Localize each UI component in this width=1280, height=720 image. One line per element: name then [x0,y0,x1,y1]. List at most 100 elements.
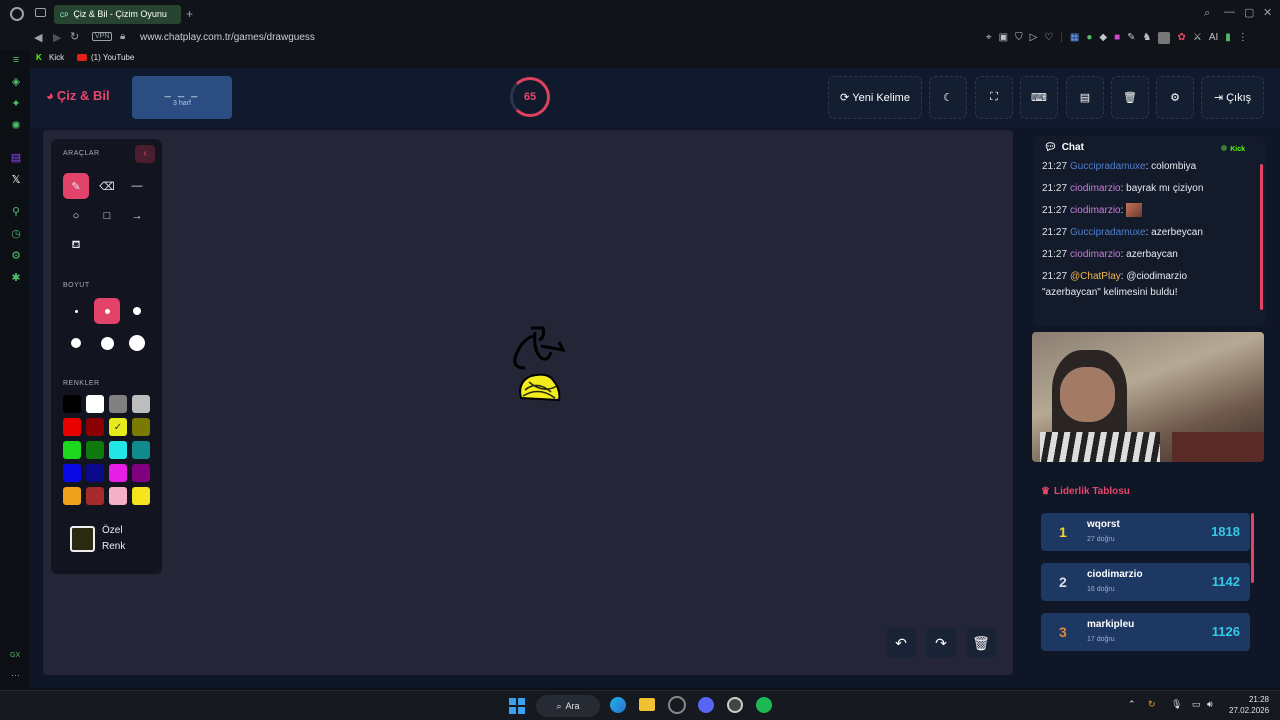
color-swatch[interactable] [109,395,127,413]
vpn-badge[interactable]: VPN [92,32,113,41]
collapse-panel-button[interactable]: ‹ [135,145,155,163]
more-icon[interactable]: ⋮ [1238,32,1248,44]
extension-3-icon[interactable]: ◆ [1099,32,1107,44]
color-swatch[interactable] [132,464,150,482]
exit-button[interactable]: ⇥ Çıkış [1201,76,1264,119]
settings-icon[interactable]: ✱ [9,271,23,285]
chat-username[interactable]: ciodimarzio [1070,183,1121,194]
color-swatch[interactable] [132,487,150,505]
gx-mods-icon[interactable]: ✦ [9,97,23,111]
opera-logo-icon[interactable] [10,7,24,21]
color-swatch[interactable] [86,464,104,482]
color-swatch[interactable] [132,441,150,459]
extension-7-icon[interactable]: ✿ [1177,32,1185,44]
size-option-6[interactable] [124,330,150,356]
twitch-icon[interactable]: ▤ [9,151,23,165]
chat-username[interactable]: Guccipradamuxe [1070,161,1146,172]
heart-icon[interactable]: ♡ [1044,32,1053,44]
size-option-4[interactable] [63,330,89,356]
profile-avatar[interactable] [1158,32,1171,44]
edge-icon[interactable] [610,697,626,713]
search-tabs-icon[interactable]: ⌕ [1204,7,1210,20]
sidebar-more-icon[interactable]: ⋯ [11,670,20,681]
chat-username[interactable]: ciodimarzio [1070,205,1121,216]
clear-canvas-button[interactable]: 🗑︎ [966,628,996,658]
pin-icon[interactable]: ▣ [999,32,1008,44]
gx-player-icon[interactable]: ✺ [9,119,23,133]
rectangle-tool[interactable]: □ [94,203,120,229]
ai-label[interactable]: AI [1209,32,1218,44]
bookmark-kick[interactable]: Kick [49,53,64,62]
fill-tool[interactable]: ⛾ [63,233,89,259]
chat-scrollbar[interactable] [1260,164,1263,310]
url-field[interactable]: www.chatplay.com.tr/games/drawguess [140,32,315,43]
extensions-icon[interactable]: ⚙ [9,249,23,263]
pin-tool-icon[interactable]: ⚲ [9,205,23,219]
extension-4-icon[interactable]: ■ [1114,32,1120,44]
extension-2-icon[interactable]: ● [1086,32,1092,44]
chat-username[interactable]: @ChatPlay [1070,271,1121,282]
tray-chevron-icon[interactable]: ⌃ [1128,699,1136,710]
color-swatch[interactable] [63,487,81,505]
reload-icon[interactable]: ↻ [70,30,79,43]
new-word-button[interactable]: ⟳ Yeni Kelime [828,76,922,119]
play-icon[interactable]: ▷ [1030,32,1038,44]
drawing-canvas[interactable]: ↶ ↷ 🗑︎ [43,130,1013,675]
bookmark-youtube[interactable]: (1) YouTube [91,53,134,62]
app-icon[interactable] [727,697,743,713]
circle-tool[interactable]: ○ [63,203,89,229]
color-swatch[interactable] [63,441,81,459]
color-swatch[interactable] [63,464,81,482]
tray-app-icon[interactable]: ↻ [1148,699,1156,710]
microphone-icon[interactable]: 🎙︎ [1171,699,1182,710]
extension-1-icon[interactable]: ▦ [1070,32,1079,44]
color-swatch[interactable] [63,395,81,413]
close-window-icon[interactable]: ✕ [1263,6,1272,19]
color-swatch[interactable]: ✓ [109,418,127,436]
lock-icon[interactable]: 🔒︎ [120,31,125,42]
opera-gx-taskbar-icon[interactable] [668,696,686,714]
new-tab-icon[interactable]: + [186,7,193,21]
archive-button[interactable]: ▤ [1066,76,1104,119]
arrow-tool[interactable]: → [124,203,150,229]
history-icon[interactable]: ◷ [9,227,23,241]
keyboard-button[interactable]: ⌨ [1020,76,1058,119]
gx-corner-icon[interactable]: ◈ [9,75,23,89]
shield-icon[interactable]: ⛉ [1015,32,1023,44]
custom-color-label[interactable]: Özel Renk [102,523,125,555]
color-swatch[interactable] [132,418,150,436]
battery-icon[interactable]: ▮ [1225,32,1231,44]
snapshot-icon[interactable]: ⌖ [986,32,992,44]
extension-5-icon[interactable]: ✎ [1127,32,1135,44]
custom-color-swatch[interactable] [70,526,95,552]
color-swatch[interactable] [86,487,104,505]
fullscreen-button[interactable]: ⛶ [975,76,1013,119]
forward-icon[interactable]: ▶ [53,31,61,44]
size-option-2[interactable] [94,298,120,324]
gx-control-icon[interactable]: ≡ [9,53,23,67]
color-swatch[interactable] [109,441,127,459]
network-icon[interactable]: ▭ [1192,699,1201,710]
file-explorer-icon[interactable] [639,698,655,711]
clock[interactable]: 21:28 27.02.2026 [1229,694,1269,716]
x-icon[interactable]: 𝕏 [9,173,23,187]
back-icon[interactable]: ◀ [34,31,42,44]
delete-button[interactable]: 🗑︎ [1111,76,1149,119]
size-option-1[interactable] [63,298,89,324]
browser-tab-active[interactable]: CP Çiz & Bil - Çizim Oyunu [54,5,181,24]
extension-6-icon[interactable]: ♞ [1143,32,1152,44]
leaderboard-scrollbar[interactable] [1251,513,1254,583]
line-tool[interactable]: — [124,173,150,199]
maximize-icon[interactable]: ▢ [1244,6,1254,19]
color-swatch[interactable] [86,418,104,436]
windows-start-icon[interactable] [509,698,525,714]
color-swatch[interactable] [132,395,150,413]
color-swatch[interactable] [86,441,104,459]
volume-icon[interactable]: 🔊︎ [1207,699,1213,710]
color-swatch[interactable] [109,487,127,505]
discord-icon[interactable] [698,697,714,713]
settings-button[interactable]: ⚙ [1156,76,1194,119]
undo-button[interactable]: ↶ [886,628,916,658]
minimize-icon[interactable]: — [1224,6,1235,18]
size-option-3[interactable] [124,298,150,324]
